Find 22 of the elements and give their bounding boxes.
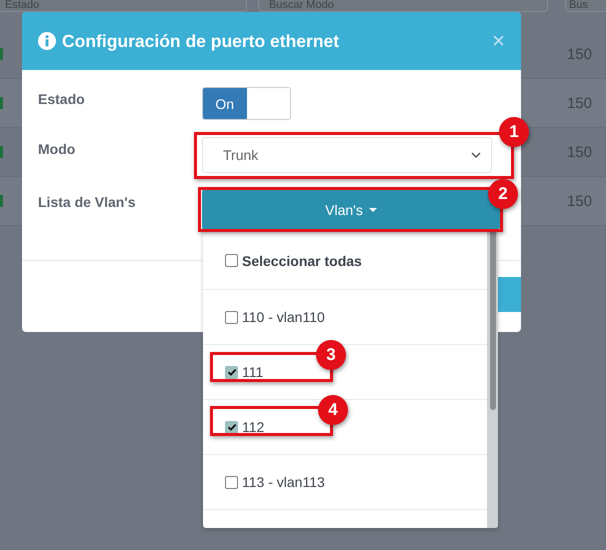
field-label: Lista de Vlan's [38, 193, 136, 210]
mode-select[interactable]: Trunk [202, 137, 492, 173]
status-marker [0, 146, 3, 158]
checkbox[interactable] [225, 254, 238, 267]
checkbox[interactable] [225, 310, 238, 324]
scrollbar[interactable] [487, 232, 498, 528]
status-marker [0, 195, 3, 207]
status-marker [0, 48, 3, 60]
vlan-dropdown-button[interactable]: Vlan's [202, 190, 500, 229]
chevron-icon [471, 152, 481, 158]
caret-icon [368, 208, 377, 212]
modal-title: Configuración de puerto ethernet [62, 30, 340, 52]
status-marker [0, 97, 3, 109]
field-label: Modo [38, 140, 76, 157]
checkbox[interactable] [225, 366, 238, 378]
checkbox[interactable] [225, 420, 238, 434]
info-icon [38, 32, 56, 50]
table-cell: 150 [567, 192, 592, 210]
toggle-switch[interactable]: On [202, 87, 291, 120]
checkbox[interactable] [225, 476, 238, 488]
field-label: Estado [38, 90, 86, 107]
table-cell: 150 [567, 94, 592, 112]
